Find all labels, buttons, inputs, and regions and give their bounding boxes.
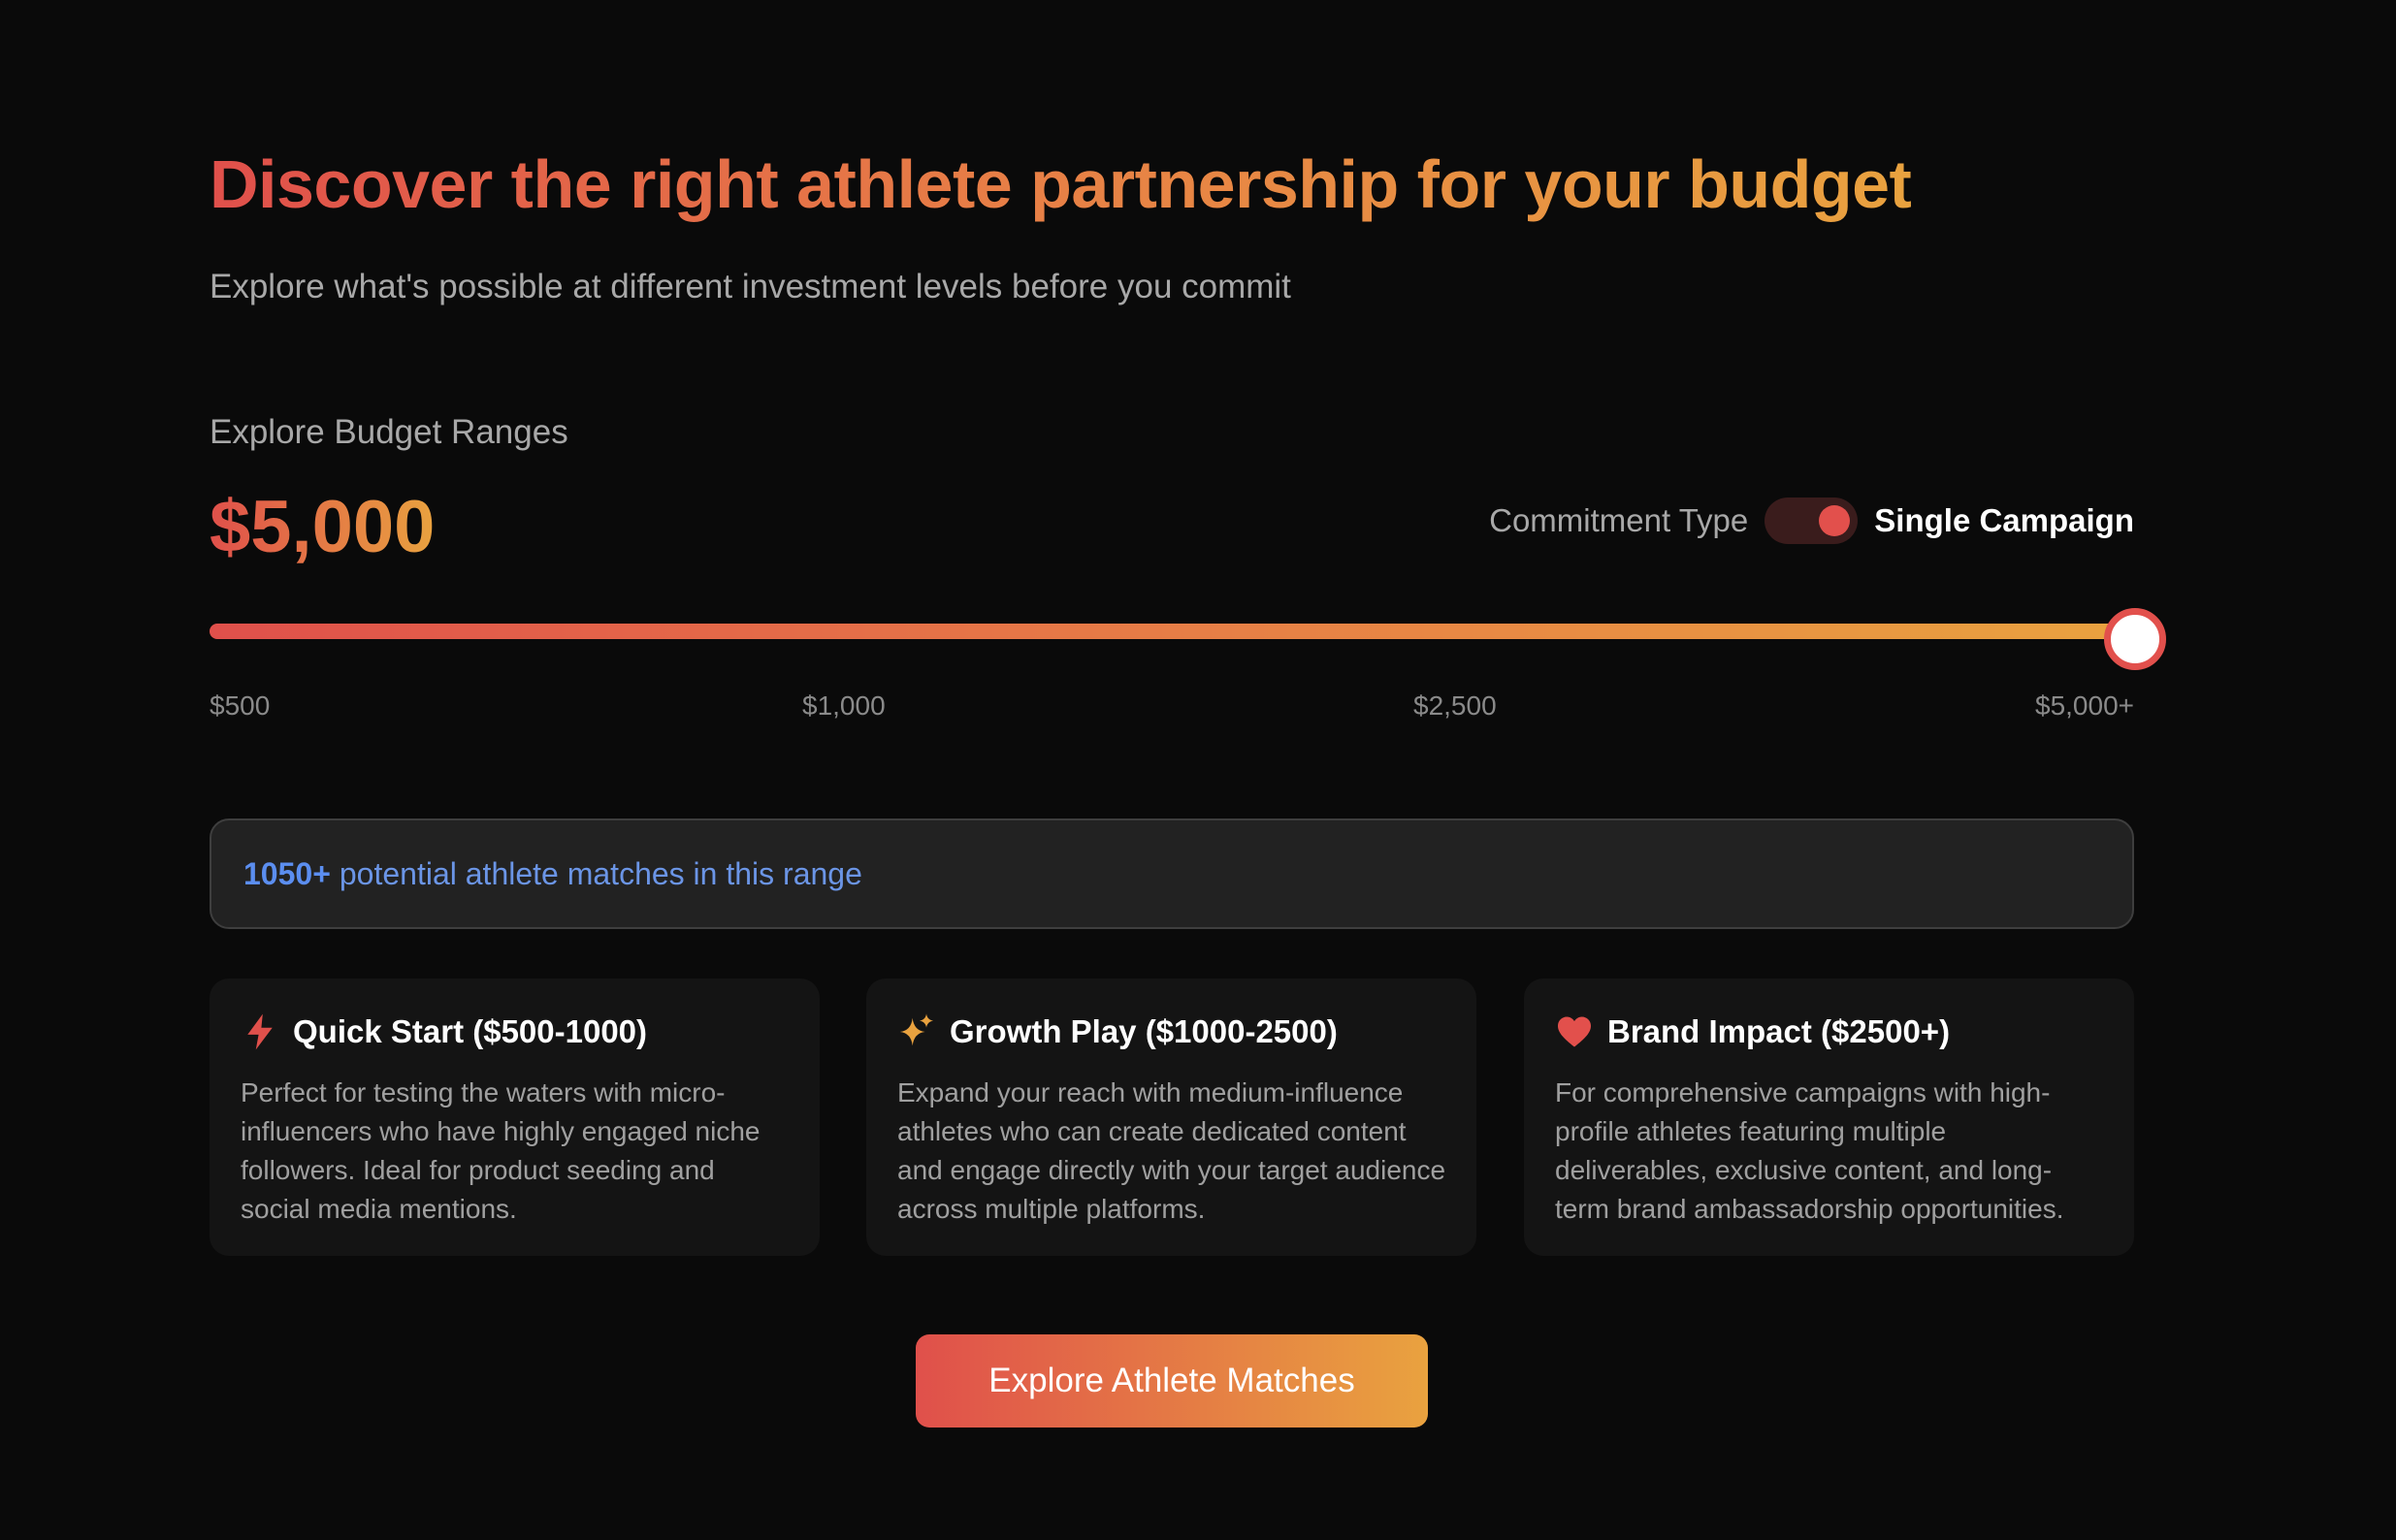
card-title: Quick Start ($500-1000) (293, 1013, 648, 1049)
card-title: Growth Play ($1000-2500) (950, 1013, 1338, 1049)
commitment-type-value: Single Campaign (1874, 502, 2134, 538)
budget-slider-thumb[interactable] (2104, 608, 2166, 670)
explore-athlete-matches-button[interactable]: Explore Athlete Matches (916, 1334, 1428, 1428)
commitment-type-label: Commitment Type (1489, 502, 1749, 538)
card-description: For comprehensive campaigns with high-pr… (1555, 1077, 2064, 1224)
lightning-icon (241, 1012, 279, 1051)
toggle-knob (1819, 505, 1851, 536)
card-description: Expand your reach with medium-influence … (897, 1077, 1446, 1224)
matches-banner: 1050+ potential athlete matches in this … (210, 818, 2134, 929)
budget-slider-ticks: $500 $1,000 $2,500 $5,000+ (210, 690, 2134, 729)
tick-label: $1,000 (802, 690, 886, 721)
page-title: Discover the right athlete partnership f… (210, 146, 1912, 222)
commitment-type: Commitment Type Single Campaign (1489, 497, 2134, 544)
tick-label: $2,500 (1413, 690, 1497, 721)
matches-count: 1050+ (243, 855, 331, 891)
heart-icon (1555, 1012, 1594, 1051)
tick-label: $5,000+ (2035, 690, 2134, 721)
budget-slider-track[interactable] (210, 624, 2134, 639)
budget-amount: $5,000 (210, 486, 436, 568)
tier-card-brand-impact: Brand Impact ($2500+) For comprehensive … (1524, 979, 2134, 1256)
tier-card-quick-start: Quick Start ($500-1000) Perfect for test… (210, 979, 820, 1256)
page-subtitle: Explore what's possible at different inv… (210, 268, 1291, 305)
card-description: Perfect for testing the waters with micr… (241, 1077, 761, 1224)
budget-section-label: Explore Budget Ranges (210, 413, 568, 451)
tier-card-growth-play: Growth Play ($1000-2500) Expand your rea… (866, 979, 1476, 1256)
card-title: Brand Impact ($2500+) (1607, 1013, 1951, 1049)
tick-label: $500 (210, 690, 271, 721)
sparkles-icon (897, 1012, 936, 1051)
commitment-toggle[interactable] (1765, 497, 1859, 544)
matches-text: potential athlete matches in this range (339, 855, 862, 891)
